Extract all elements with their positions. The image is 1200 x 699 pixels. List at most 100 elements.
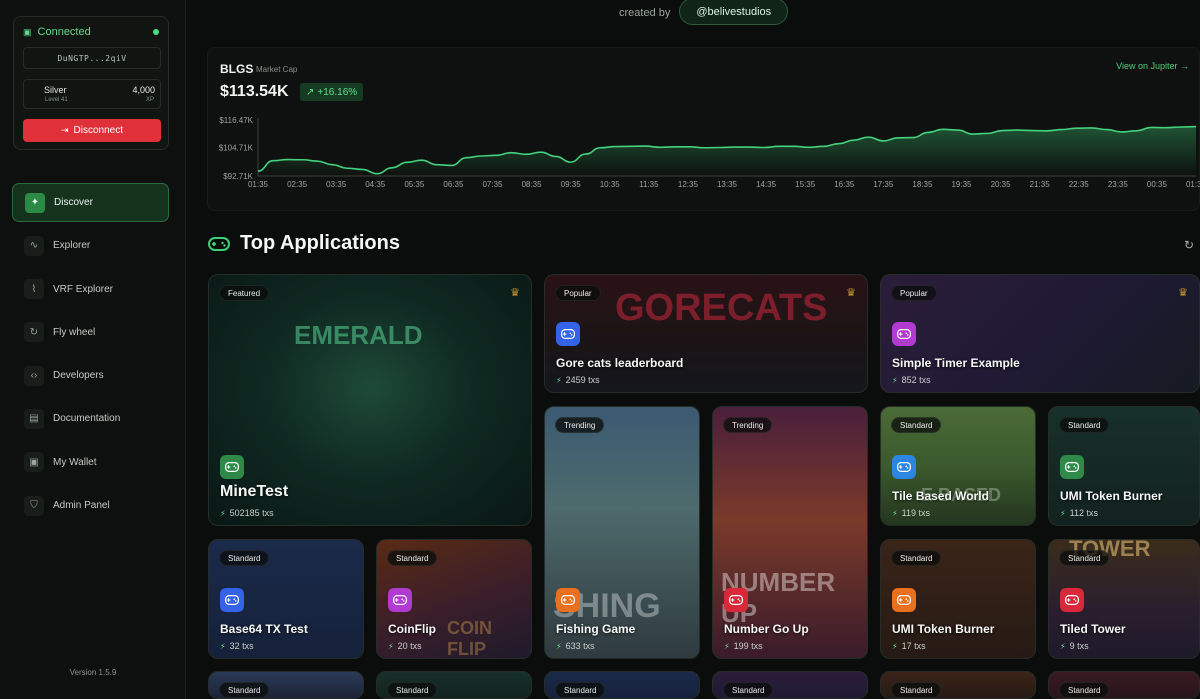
x-tick-label: 22:35 [1069,180,1090,189]
bolt-icon: ⚡︎ [892,375,898,385]
version-label: Version 1.5.9 [69,668,117,677]
bolt-icon: ⚡︎ [1060,641,1066,651]
app-card[interactable]: Standard [1048,671,1200,699]
token-symbol: BLGS [220,62,254,76]
gamepad-icon [208,236,230,251]
sidebar-item-developers[interactable]: ‹› Developers [12,356,169,395]
wallet-icon: ▣ [23,26,32,37]
wallet-icon: ▣ [24,452,44,473]
app-tx-count: ⚡︎ 32 txs [220,641,254,651]
wallet-status-label: Connected [37,26,91,38]
app-badge: Trending [555,417,605,433]
app-card[interactable]: Standard [208,671,364,699]
sidebar-item-fly-wheel[interactable]: ↻ Fly wheel [12,313,169,352]
disconnect-button[interactable]: ⇥ Disconnect [23,119,161,142]
x-tick-label: 15:35 [795,180,816,189]
x-tick-label: 08:35 [522,180,543,189]
wallet-address[interactable]: DuNGTP...2qiV [23,47,161,69]
app-tx-value: 9 txs [1069,641,1089,651]
app-tx-count: ⚡︎ 9 txs [1060,641,1089,651]
view-on-jupiter-link[interactable]: View on Jupiter → [1116,61,1189,71]
app-badge: Standard [1059,417,1110,433]
app-name: Base64 TX Test [220,622,308,636]
sparkle-icon: ✦ [25,192,45,213]
bolt-icon: ⚡︎ [724,641,730,651]
app-card[interactable]: NUMBER UP Trending Number Go Up ⚡︎ 199 txs [712,406,868,659]
app-badge: Standard [555,682,606,698]
bolt-icon: ⚡︎ [388,641,394,651]
x-tick-label: 00:35 [1147,180,1168,189]
gamepad-icon [724,588,748,612]
x-tick-label: 21:35 [1030,180,1051,189]
bolt-icon: ⚡︎ [220,508,226,518]
app-cover-art: COIN FLIP [447,618,492,659]
app-tx-count: ⚡︎ 112 txs [1060,508,1098,518]
bolt-icon: ⚡︎ [1060,508,1066,518]
x-tick-label: 07:35 [482,180,503,189]
sidebar-item-vrf-explorer[interactable]: ⌇ VRF Explorer [12,270,169,309]
sidebar-item-discover[interactable]: ✦ Discover [12,183,169,222]
creator-handle-button[interactable]: @belivestudios [679,0,789,25]
x-tick-label: 19:35 [951,180,972,189]
document-icon: ▤ [24,408,44,429]
app-card[interactable]: Standard Base64 TX Test ⚡︎ 32 txs [208,539,364,659]
rotate-icon: ↻ [24,322,44,343]
app-name: Tiled Tower [1060,622,1126,636]
app-card[interactable]: E BASED Standard Tile Based World ⚡︎ 119 txs [880,406,1036,526]
app-card[interactable]: Standard UMI Token Burner ⚡︎ 112 txs [1048,406,1200,526]
x-tick-label: 12:35 [678,180,699,189]
sidebar-item-my-wallet[interactable]: ▣ My Wallet [12,443,169,482]
x-tick-label: 09:35 [561,180,582,189]
app-tx-count: ⚡︎ 199 txs [724,641,763,651]
creator-bar: created by @belivestudios [619,0,789,25]
app-card[interactable]: COIN FLIP Standard CoinFlip ⚡︎ 20 txs [376,539,532,659]
app-tx-value: 199 txs [733,641,763,651]
pulse-icon: ⌇ [24,279,44,300]
xp-label: XP [145,97,154,103]
app-tx-count: ⚡︎ 502185 txs [220,508,274,518]
gamepad-icon [556,588,580,612]
y-tick-label: $104.71K [219,144,254,153]
refresh-icon[interactable]: ↻ [1184,238,1194,252]
bolt-icon: ⚡︎ [892,508,898,518]
x-tick-label: 20:35 [991,180,1012,189]
disconnect-label: Disconnect [73,125,123,136]
x-tick-label: 23:35 [1108,180,1129,189]
app-card[interactable]: Popular ♛ Simple Timer Example ⚡︎ 852 txs [880,274,1200,393]
app-tx-count: ⚡︎ 20 txs [388,641,422,651]
app-name: Tile Based World [892,489,989,503]
app-card[interactable]: Standard [712,671,868,699]
app-badge: Standard [723,682,774,698]
app-card[interactable]: Standard UMI Token Burner ⚡︎ 17 txs [880,539,1036,659]
app-name: MineTest [220,483,289,500]
created-by-label: created by [619,6,671,19]
sidebar-item-documentation[interactable]: ▤ Documentation [12,399,169,438]
gamepad-icon [892,322,916,346]
app-card[interactable]: TOWER Standard Tiled Tower ⚡︎ 9 txs [1048,539,1200,659]
app-card[interactable]: SHING Trending Fishing Game ⚡︎ 633 txs [544,406,700,659]
sidebar-item-explorer[interactable]: ∿ Explorer [12,226,169,265]
sidebar-item-admin-panel[interactable]: ⛉ Admin Panel [12,486,169,525]
app-badge: Standard [1059,682,1110,698]
crown-icon: ♛ [510,287,520,299]
x-tick-label: 18:35 [912,180,933,189]
app-name: Number Go Up [724,622,809,636]
section-header: Top Applications [208,232,400,255]
market-cap-value: $113.54K [220,83,289,100]
app-card[interactable]: Standard [544,671,700,699]
x-tick-label: 16:35 [834,180,855,189]
app-card[interactable]: Standard [880,671,1036,699]
gamepad-icon [220,455,244,479]
app-card[interactable]: EMERALD Featured ♛ MineTest ⚡︎ 502185 txs [208,274,532,526]
app-card[interactable]: Standard [376,671,532,699]
activity-icon: ∿ [24,235,44,256]
gamepad-icon [220,588,244,612]
app-badge: Standard [219,682,270,698]
shield-icon: ⛉ [24,495,44,516]
app-tx-value: 633 txs [565,641,595,651]
app-name: UMI Token Burner [1060,489,1163,503]
app-badge: Standard [387,550,438,566]
app-card[interactable]: GORECATS Popular ♛ Gore cats leaderboard ⚡︎ 2… [544,274,868,393]
app-badge: Standard [1059,550,1110,566]
app-badge: Standard [891,417,942,433]
